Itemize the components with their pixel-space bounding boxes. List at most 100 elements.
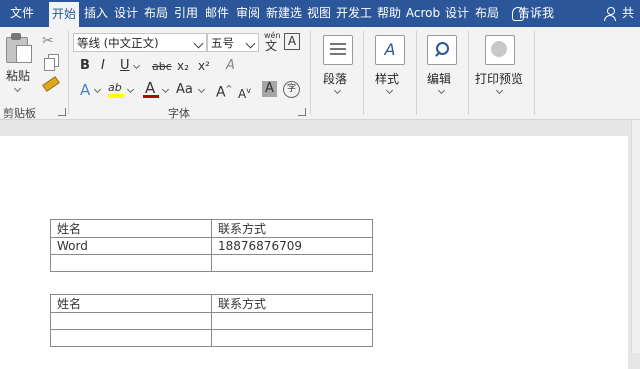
change-case-dropdown-icon[interactable] [197,85,206,94]
tab-references[interactable]: 引用 [172,0,200,27]
tell-me-box[interactable]: 告诉我 [518,0,554,27]
bold-button[interactable]: B [80,58,90,74]
font-name-value: 等线 (中文正文) [77,36,159,50]
paste-icon[interactable] [6,33,32,63]
font-color-button[interactable]: A [145,80,155,96]
clipboard-group-label: 剪贴板 [3,107,36,120]
text-effects-dropdown-icon[interactable] [93,85,102,94]
tab-design[interactable]: 设计 [112,0,140,27]
copy-icon[interactable] [44,58,55,71]
tab-table-layout[interactable]: 布局 [473,0,501,27]
vertical-scrollbar[interactable] [631,120,640,353]
table-row: Word 18876876709 [50,237,373,255]
italic-button[interactable]: I [101,58,105,74]
format-painter-icon[interactable] [42,76,60,92]
table-cell[interactable] [50,329,212,347]
phonetic-guide-button[interactable]: wén 文 [264,32,281,53]
chevron-down-icon [333,86,342,95]
tab-home[interactable]: 开始 [49,2,79,27]
tab-acrobat[interactable]: Acrob [405,0,441,27]
ribbon-tab-bar: 文件 开始 插入 设计 布局 引用 邮件 审阅 新建选 视图 开发工 帮助 Ac… [0,0,640,27]
grow-font-button[interactable]: A^ [216,81,232,101]
ribbon: 粘贴 ✂ 剪贴板 等线 (中文正文) 五号 wén 文 A B I U abc … [0,27,640,120]
table-cell[interactable]: 联系方式 [211,294,373,313]
chevron-down-icon [385,86,394,95]
text-effects-button[interactable]: A [80,82,90,98]
paste-button[interactable]: 粘贴 [6,67,30,84]
group-divider [68,31,69,115]
tab-table-design[interactable]: 设计 [443,0,471,27]
table-cell[interactable] [50,312,212,330]
strikethrough-button[interactable]: abc [152,59,172,75]
print-preview-button[interactable]: 打印预览 [472,31,528,103]
font-size-value: 五号 [211,36,234,50]
group-divider [534,31,535,115]
tab-view[interactable]: 视图 [305,0,333,27]
font-color-dropdown-icon[interactable] [161,85,170,94]
table-row: 姓名 联系方式 [50,294,373,313]
table-row [50,254,373,272]
character-border-button[interactable]: A [284,33,300,50]
share-button[interactable]: 共 [622,0,634,27]
table-cell[interactable]: 姓名 [50,294,212,313]
table-cell[interactable] [211,329,373,347]
table-row [50,329,373,347]
paragraph-button[interactable]: 段落 [318,31,358,103]
font-launcher-icon[interactable] [298,108,306,116]
styles-icon: A [375,35,405,65]
clipboard-launcher-icon[interactable] [58,108,66,116]
tab-developer[interactable]: 开发工 [335,0,373,27]
tab-layout[interactable]: 布局 [142,0,170,27]
tab-help[interactable]: 帮助 [375,0,403,27]
chevron-down-icon [437,86,446,95]
editing-button[interactable]: 编辑 [422,31,462,103]
table-cell[interactable]: 联系方式 [211,219,373,238]
table-cell[interactable] [50,254,212,272]
scissors-icon[interactable]: ✂ [42,33,54,49]
shrink-font-label: A [238,87,247,101]
subscript-button[interactable]: x₂ [177,58,189,74]
clear-formatting-button[interactable]: A [226,58,235,74]
superscript-button[interactable]: x² [198,58,210,74]
contact-table-2: 姓名 联系方式 [50,294,373,347]
highlight-color-swatch [108,94,124,98]
person-icon [604,7,616,21]
font-color-swatch [143,95,159,98]
table-cell[interactable]: 18876876709 [211,237,373,255]
search-icon [427,35,457,65]
font-name-select[interactable]: 等线 (中文正文) [73,33,207,52]
styles-label: 样式 [375,72,400,86]
group-divider [363,31,364,115]
table-cell[interactable] [211,312,373,330]
paste-dropdown-icon[interactable] [13,84,22,93]
paragraph-label: 段落 [323,72,348,86]
table-cell[interactable] [211,254,373,272]
table-row [50,312,373,330]
tab-mailings[interactable]: 邮件 [203,0,231,27]
group-divider [416,31,417,115]
table-cell[interactable]: 姓名 [50,219,212,238]
table-cell[interactable]: Word [50,237,212,255]
chevron-down-icon [495,86,504,95]
tab-review[interactable]: 审阅 [234,0,262,27]
tab-new-group[interactable]: 新建选 [265,0,303,27]
print-preview-icon [485,35,515,65]
change-case-button[interactable]: Aa [176,82,193,98]
underline-dropdown-icon[interactable] [132,61,141,70]
enclose-characters-button[interactable]: 字 [283,81,300,98]
font-size-select[interactable]: 五号 [207,33,259,52]
group-divider [468,31,469,115]
highlight-dropdown-icon[interactable] [126,85,135,94]
tab-file[interactable]: 文件 [0,0,44,27]
tab-insert[interactable]: 插入 [82,0,110,27]
print-preview-label: 打印预览 [475,72,524,86]
styles-button[interactable]: A 样式 [370,31,410,103]
table-row: 姓名 联系方式 [50,219,373,238]
character-shading-button[interactable]: A [262,81,277,97]
font-group-label: 字体 [168,107,190,120]
shrink-font-button[interactable]: Av [238,83,251,102]
underline-button[interactable]: U [120,58,130,74]
contact-table-1: 姓名 联系方式 Word 18876876709 [50,219,373,272]
grow-font-label: A [216,84,226,101]
chevron-down-icon [245,38,256,49]
